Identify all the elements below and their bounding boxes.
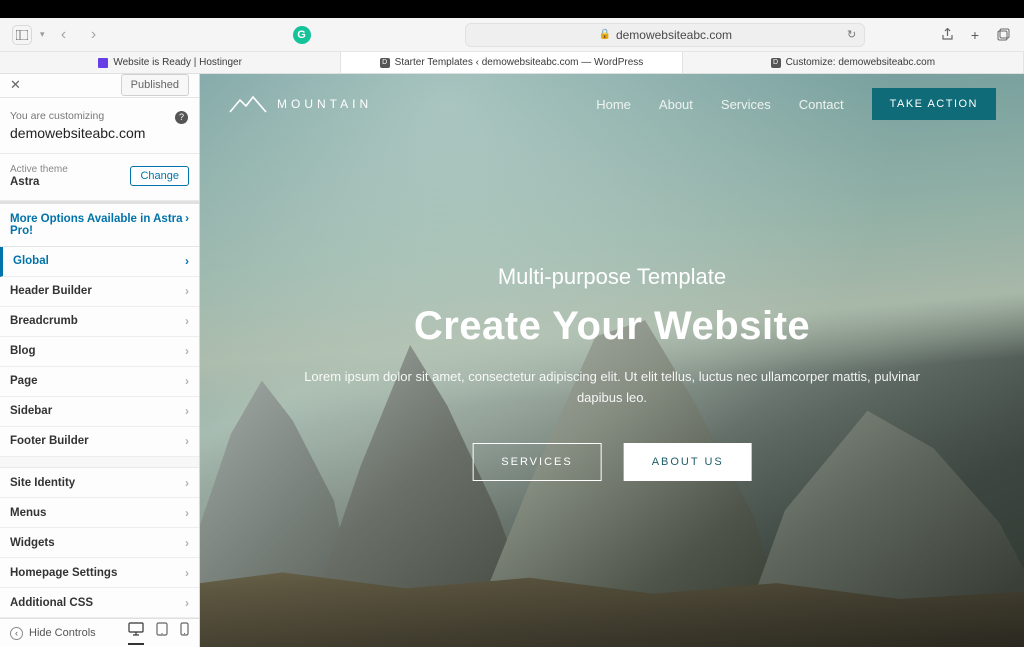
section-gap <box>0 457 199 469</box>
nav-about[interactable]: About <box>659 97 693 112</box>
chevron-right-icon: › <box>185 284 189 298</box>
sidebar-item-menus[interactable]: Menus› <box>0 498 199 528</box>
chevron-right-icon: › <box>185 476 189 490</box>
browser-toolbar: ▾ ‹ › G 🔒 demowebsiteabc.com ↻ + <box>0 18 1024 52</box>
chevron-right-icon: › <box>185 536 189 550</box>
chevron-right-icon: › <box>185 314 189 328</box>
chevron-right-icon: › <box>185 506 189 520</box>
grammarly-icon[interactable]: G <box>293 26 311 44</box>
published-button[interactable]: Published <box>121 74 189 96</box>
hero-headline: Create Your Website <box>291 304 934 349</box>
logo-text: MOUNTAIN <box>277 97 372 111</box>
sidebar-item-widgets[interactable]: Widgets› <box>0 528 199 558</box>
nav-home[interactable]: Home <box>596 97 631 112</box>
change-theme-button[interactable]: Change <box>130 166 189 186</box>
collapse-icon: ‹ <box>10 627 23 640</box>
sidebar-item-footer-builder[interactable]: Footer Builder› <box>0 427 199 457</box>
sidebar-item-sidebar[interactable]: Sidebar› <box>0 397 199 427</box>
chevron-right-icon: › <box>185 374 189 388</box>
sidebar-item-header-builder[interactable]: Header Builder› <box>0 277 199 307</box>
sidebar-item-global[interactable]: Global› <box>0 247 199 277</box>
wordpress-favicon-icon: D <box>771 58 781 68</box>
active-theme-name: Astra <box>10 176 68 188</box>
tabs-overview-icon[interactable] <box>994 26 1012 44</box>
upsell-label: More Options Available in Astra Pro! <box>10 213 185 237</box>
chevron-right-icon: › <box>185 434 189 448</box>
nav-services[interactable]: Services <box>721 97 771 112</box>
close-icon[interactable]: ✕ <box>10 77 21 93</box>
sidebar-item-site-identity[interactable]: Site Identity› <box>0 468 199 498</box>
tab-customize[interactable]: D Customize: demowebsiteabc.com <box>683 52 1024 73</box>
chevron-right-icon: › <box>185 213 189 237</box>
chevron-right-icon: › <box>185 596 189 610</box>
address-bar[interactable]: 🔒 demowebsiteabc.com ↻ <box>465 23 865 47</box>
sidebar-item-page[interactable]: Page› <box>0 367 199 397</box>
hero-desc: Lorem ipsum dolor sit amet, consectetur … <box>291 367 934 409</box>
panel-footer: ‹ Hide Controls <box>0 618 199 647</box>
upsell-astra-pro[interactable]: More Options Available in Astra Pro! › <box>0 201 199 247</box>
sidebar-toggle-icon[interactable] <box>12 25 32 45</box>
phone-icon[interactable] <box>180 622 189 645</box>
nav-links: Home About Services Contact TAKE ACTION <box>596 88 996 120</box>
customizing-label: You are customizing <box>10 110 189 122</box>
url-text: demowebsiteabc.com <box>616 28 732 42</box>
mountain-logo-icon <box>228 94 268 114</box>
tab-hostinger[interactable]: Website is Ready | Hostinger <box>0 52 341 73</box>
reload-icon[interactable]: ↻ <box>847 28 856 41</box>
share-icon[interactable] <box>938 26 956 44</box>
tab-label: Website is Ready | Hostinger <box>113 57 242 68</box>
chevron-right-icon: › <box>185 404 189 418</box>
new-tab-icon[interactable]: + <box>966 26 984 44</box>
hero-buttons: SERVICES ABOUT US <box>291 443 934 481</box>
sidebar-item-additional-css[interactable]: Additional CSS› <box>0 588 199 618</box>
forward-icon[interactable]: › <box>83 24 105 46</box>
browser-tabs: Website is Ready | Hostinger D Starter T… <box>0 52 1024 74</box>
tab-label: Starter Templates ‹ demowebsiteabc.com —… <box>395 57 644 68</box>
nav-contact[interactable]: Contact <box>799 97 844 112</box>
sidebar-item-blog[interactable]: Blog› <box>0 337 199 367</box>
sidebar-item-breadcrumb[interactable]: Breadcrumb› <box>0 307 199 337</box>
logo[interactable]: MOUNTAIN <box>228 94 372 114</box>
take-action-button[interactable]: TAKE ACTION <box>872 88 996 120</box>
hide-controls[interactable]: ‹ Hide Controls <box>10 627 96 640</box>
help-icon[interactable]: ? <box>175 111 188 124</box>
device-switcher <box>128 622 189 645</box>
settings-list-a: Global› Header Builder› Breadcrumb› Blog… <box>0 247 199 457</box>
settings-list-b: Site Identity› Menus› Widgets› Homepage … <box>0 468 199 618</box>
hero: Multi-purpose Template Create Your Websi… <box>291 264 934 481</box>
services-button[interactable]: SERVICES <box>472 443 601 481</box>
active-theme-label: Active theme <box>10 164 68 175</box>
chevron-right-icon: › <box>185 254 189 268</box>
chevron-right-icon: › <box>185 344 189 358</box>
tab-label: Customize: demowebsiteabc.com <box>786 57 936 68</box>
sidebar-item-homepage-settings[interactable]: Homepage Settings› <box>0 558 199 588</box>
workspace: ✕ Published You are customizing demowebs… <box>0 74 1024 647</box>
top-black-bar <box>0 0 1024 18</box>
desktop-icon[interactable] <box>128 622 144 645</box>
hostinger-favicon-icon <box>98 58 108 68</box>
hero-tagline: Multi-purpose Template <box>291 264 934 290</box>
hide-controls-label: Hide Controls <box>29 627 96 639</box>
lock-icon: 🔒 <box>599 29 611 40</box>
panel-header: You are customizing demowebsiteabc.com ? <box>0 98 199 154</box>
tab-starter-templates[interactable]: D Starter Templates ‹ demowebsiteabc.com… <box>341 52 682 73</box>
dropdown-icon[interactable]: ▾ <box>40 29 45 40</box>
back-icon[interactable]: ‹ <box>53 24 75 46</box>
about-us-button[interactable]: ABOUT US <box>624 443 752 481</box>
wordpress-favicon-icon: D <box>380 58 390 68</box>
panel-top-bar: ✕ Published <box>0 74 199 98</box>
tablet-icon[interactable] <box>156 622 168 645</box>
site-name: demowebsiteabc.com <box>10 125 189 141</box>
site-nav: MOUNTAIN Home About Services Contact TAK… <box>200 88 1024 120</box>
customizer-panel: ✕ Published You are customizing demowebs… <box>0 74 200 647</box>
active-theme-row: Active theme Astra Change <box>0 154 199 201</box>
site-preview: MOUNTAIN Home About Services Contact TAK… <box>200 74 1024 647</box>
chevron-right-icon: › <box>185 566 189 580</box>
